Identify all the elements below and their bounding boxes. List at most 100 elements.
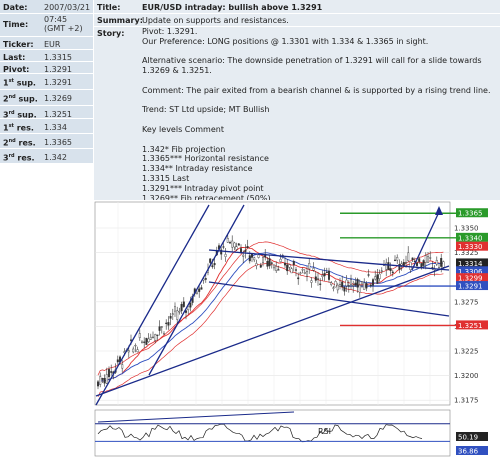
candle-body [268, 258, 271, 267]
story-line: Our Preference: LONG positions @ 1.3301 … [142, 36, 429, 46]
candle-body [242, 254, 245, 257]
candle-body [411, 257, 414, 261]
candle-body [290, 268, 293, 274]
candle-body [101, 378, 104, 380]
story-text: Pivot: 1.3291. Our Preference: LONG posit… [142, 27, 497, 213]
candle-body [354, 282, 357, 286]
candle-body [173, 306, 176, 312]
date-value: 2007/03/21 [44, 3, 91, 12]
level-box-label: 1.3330 [458, 243, 483, 251]
candle-body [292, 261, 295, 266]
candle-body [314, 276, 317, 281]
candle-body [154, 334, 157, 341]
level-box-label: 1.3251 [458, 322, 483, 330]
candle-body [277, 269, 280, 271]
candle-body [180, 304, 183, 312]
candle-body [158, 326, 161, 331]
level-box-label: 1.3291 [458, 283, 483, 291]
candle-body [160, 326, 163, 328]
candle-body [398, 263, 401, 270]
sup2-label: 2nd sup. [3, 94, 38, 104]
candle-body [244, 249, 247, 252]
candle-body [330, 282, 333, 285]
candle-body [363, 282, 366, 290]
divider [94, 13, 500, 14]
candle-body [176, 310, 179, 320]
level-box-label: 1.3340 [458, 234, 483, 242]
sup1-label: 1st sup. [3, 78, 36, 88]
story-line: Trend: ST Ltd upside; MT Bullish [142, 105, 270, 115]
candle-body [341, 281, 344, 287]
candle-body [350, 279, 353, 285]
sup2-value: 1.3269 [44, 94, 72, 103]
candle-body [319, 283, 322, 285]
candle-body [231, 240, 234, 248]
candle-body [233, 242, 236, 248]
res2-label: 2nd res. [3, 138, 36, 148]
candle-body [299, 272, 302, 274]
candle-body [275, 266, 278, 272]
price-chart: 1.33501.33251.32751.32501.32251.32001.31… [94, 200, 500, 458]
candle-body [134, 344, 137, 347]
story-gap [142, 47, 497, 57]
time-label: Time: [3, 20, 29, 29]
candle-body [171, 313, 174, 315]
candle-body [270, 262, 273, 264]
candle-body [136, 349, 139, 353]
candle-body [257, 254, 260, 258]
candle-body [305, 270, 308, 277]
candle-body [105, 374, 108, 384]
candle-body [376, 274, 379, 284]
candle-body [389, 268, 392, 272]
sup2-row: 2nd sup. 1.3269 [0, 89, 93, 106]
story-line: 1.3315 Last [142, 173, 190, 183]
candle-body [387, 262, 390, 270]
candle-body [246, 246, 249, 249]
candle-body [343, 286, 346, 292]
story-line: 1.3291*** Intraday pivot point [142, 183, 264, 193]
candle-body [213, 263, 216, 266]
candle-body [367, 274, 370, 276]
res1-value: 1.334 [44, 123, 67, 132]
ticker-value: EUR [44, 40, 61, 49]
candle-body [272, 264, 275, 269]
candle-body [110, 371, 113, 373]
candle-body [345, 279, 348, 287]
candle-body [286, 264, 289, 272]
candle-body [250, 253, 253, 258]
candle-body [204, 278, 207, 280]
candle-body [352, 284, 355, 287]
candle-body [422, 260, 425, 266]
candle-body [162, 332, 165, 335]
candle-body [369, 284, 372, 286]
candle-body [189, 302, 192, 308]
candle-body [361, 281, 364, 284]
candle-body [435, 260, 438, 265]
res2-row: 2nd res. 1.3365 [0, 133, 93, 149]
candle-body [226, 238, 229, 243]
candle-body [147, 338, 150, 343]
candle-body [288, 264, 291, 268]
candle-body [152, 336, 155, 338]
story-gap [142, 76, 497, 86]
story-gap [142, 115, 497, 125]
price-chart-svg: 1.33501.33251.32751.32501.32251.32001.31… [94, 200, 500, 458]
price-tick-label: 1.3275 [454, 298, 479, 306]
candle-body [261, 257, 264, 263]
candle-body [222, 246, 225, 248]
res1-label: 1st res. [3, 123, 34, 133]
candle-body [400, 263, 403, 266]
candle-body [338, 284, 341, 287]
res1-row: 1st res. 1.334 [0, 118, 93, 134]
story-gap [142, 96, 497, 106]
candle-body [209, 258, 212, 263]
candle-body [99, 376, 102, 385]
candle-body [266, 261, 269, 267]
candle-body [301, 269, 304, 271]
candle-body [121, 364, 124, 369]
candle-body [149, 336, 152, 340]
candle-body [321, 275, 324, 277]
candle-body [195, 292, 198, 295]
candle-body [130, 339, 133, 341]
res2-value: 1.3365 [44, 138, 72, 147]
